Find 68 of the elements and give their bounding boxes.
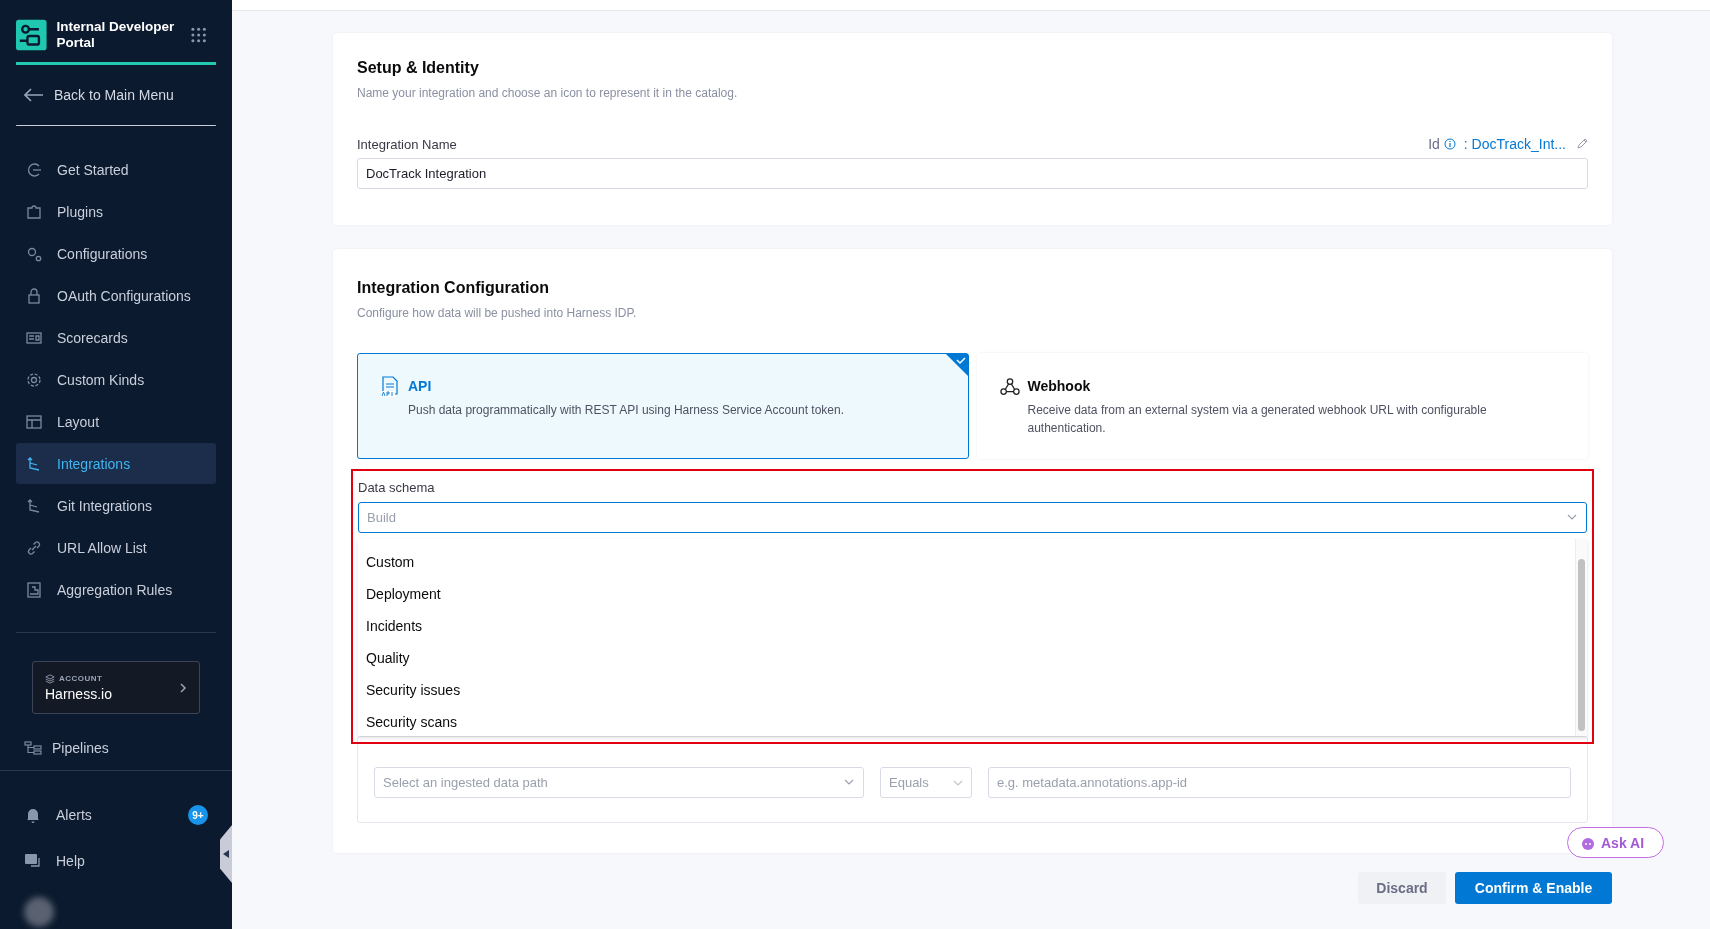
catalog-value-field[interactable]: e.g. metadata.annotations.app-id [988,767,1571,798]
dropdown-option[interactable]: Custom [358,546,1575,578]
data-schema-dropdown[interactable]: Build [358,502,1587,533]
pencil-icon[interactable] [1576,138,1588,150]
caret-left-icon [223,850,229,858]
sidebar-item[interactable]: Scorecards [16,317,216,358]
sidebar-item[interactable]: OAuth Configurations [16,275,216,316]
scrollbar[interactable] [1575,539,1587,736]
help-link[interactable]: Help [16,845,216,877]
method-description: Receive data from an external system via a generated webhook URL with configurable authentication. [1027,402,1488,437]
integration-name-field[interactable]: DocTrack Integration [357,158,1588,189]
discard-button[interactable]: Discard [1358,872,1446,904]
account-switcher[interactable]: ACCOUNT Harness.io [32,661,200,714]
api-document-icon [380,376,400,398]
apps-grid-icon[interactable] [190,27,206,43]
dropdown-option[interactable]: Security scans [358,706,1575,738]
link-icon [25,538,43,557]
sidebar-item[interactable]: Layout [16,401,216,442]
method-title: API [408,378,433,394]
portal-logo-icon [16,19,47,51]
account-name: Harness.io [45,685,112,702]
checkmark-corner-icon [945,354,968,376]
alerts-count: 9+ [188,805,208,825]
field-label: Integration Name [357,136,457,152]
arrow-left-icon [24,88,44,102]
method-title: Webhook [1027,378,1092,394]
dropdown-option[interactable]: Security issues [358,674,1575,706]
pipeline-icon [24,739,42,757]
ask-ai-button[interactable]: Ask AI [1567,827,1664,858]
section-title: Setup & Identity [357,59,480,77]
method-option[interactable]: Webhook Receive data from an external system via a generated webhook URL with configurable authentication. [976,353,1588,459]
layout-icon [25,412,43,431]
field-label: Data schema [358,480,435,495]
portal-title: Internal Developer Portal [56,19,176,51]
id-label: Id [1428,136,1440,152]
sidebar-item[interactable]: Configurations [16,233,216,274]
info-icon [1443,138,1456,150]
help-chat-icon [24,852,42,870]
dropdown-option[interactable]: Quality [358,642,1575,674]
user-avatar[interactable] [24,897,54,927]
method-description: Push data programmatically with REST API using Harness Service Account token. [408,402,844,419]
caret-down-icon [953,779,963,786]
caret-down-icon [844,779,854,785]
chevron-right-icon [179,681,187,694]
caret-down-icon [1567,514,1577,520]
sidebar-item[interactable]: Get Started [16,149,216,190]
section-subtitle: Name your integration and choose an icon to represent it in the catalog. [357,86,739,100]
sidebar-item[interactable]: URL Allow List [16,527,216,568]
webhook-icon [999,376,1020,398]
alerts-link[interactable]: Alerts 9+ [16,799,216,831]
account-label: ACCOUNT [59,674,103,683]
back-to-main-menu-link[interactable]: Back to Main Menu [16,65,216,125]
sidebar-item[interactable]: Custom Kinds [16,359,216,400]
layers-icon [45,673,55,684]
sidebar-item[interactable]: Plugins [16,191,216,232]
sidebar-item[interactable]: Integrations [16,443,216,484]
dropdown-option[interactable]: Deployment [358,578,1575,610]
section-title: Integration Configuration [357,279,550,297]
sidebar-item[interactable]: Aggregation Rules [16,569,216,610]
pipelines-link[interactable]: Pipelines [16,739,216,757]
section-subtitle: Configure how data will be pushed into Harness IDP. [357,306,638,320]
lock-icon [25,286,43,305]
sidebar-item[interactable]: Git Integrations [16,485,216,526]
confirm-enable-button[interactable]: Confirm & Enable [1455,872,1612,904]
id-value-link[interactable]: : DocTrack_Int... [1463,136,1566,152]
data-path-dropdown[interactable]: Select an ingested data path [374,767,864,798]
method-option[interactable]: API Push data programmatically with REST API using Harness Service Account token. [357,353,969,459]
dropdown-option[interactable]: Incidents [358,610,1575,642]
